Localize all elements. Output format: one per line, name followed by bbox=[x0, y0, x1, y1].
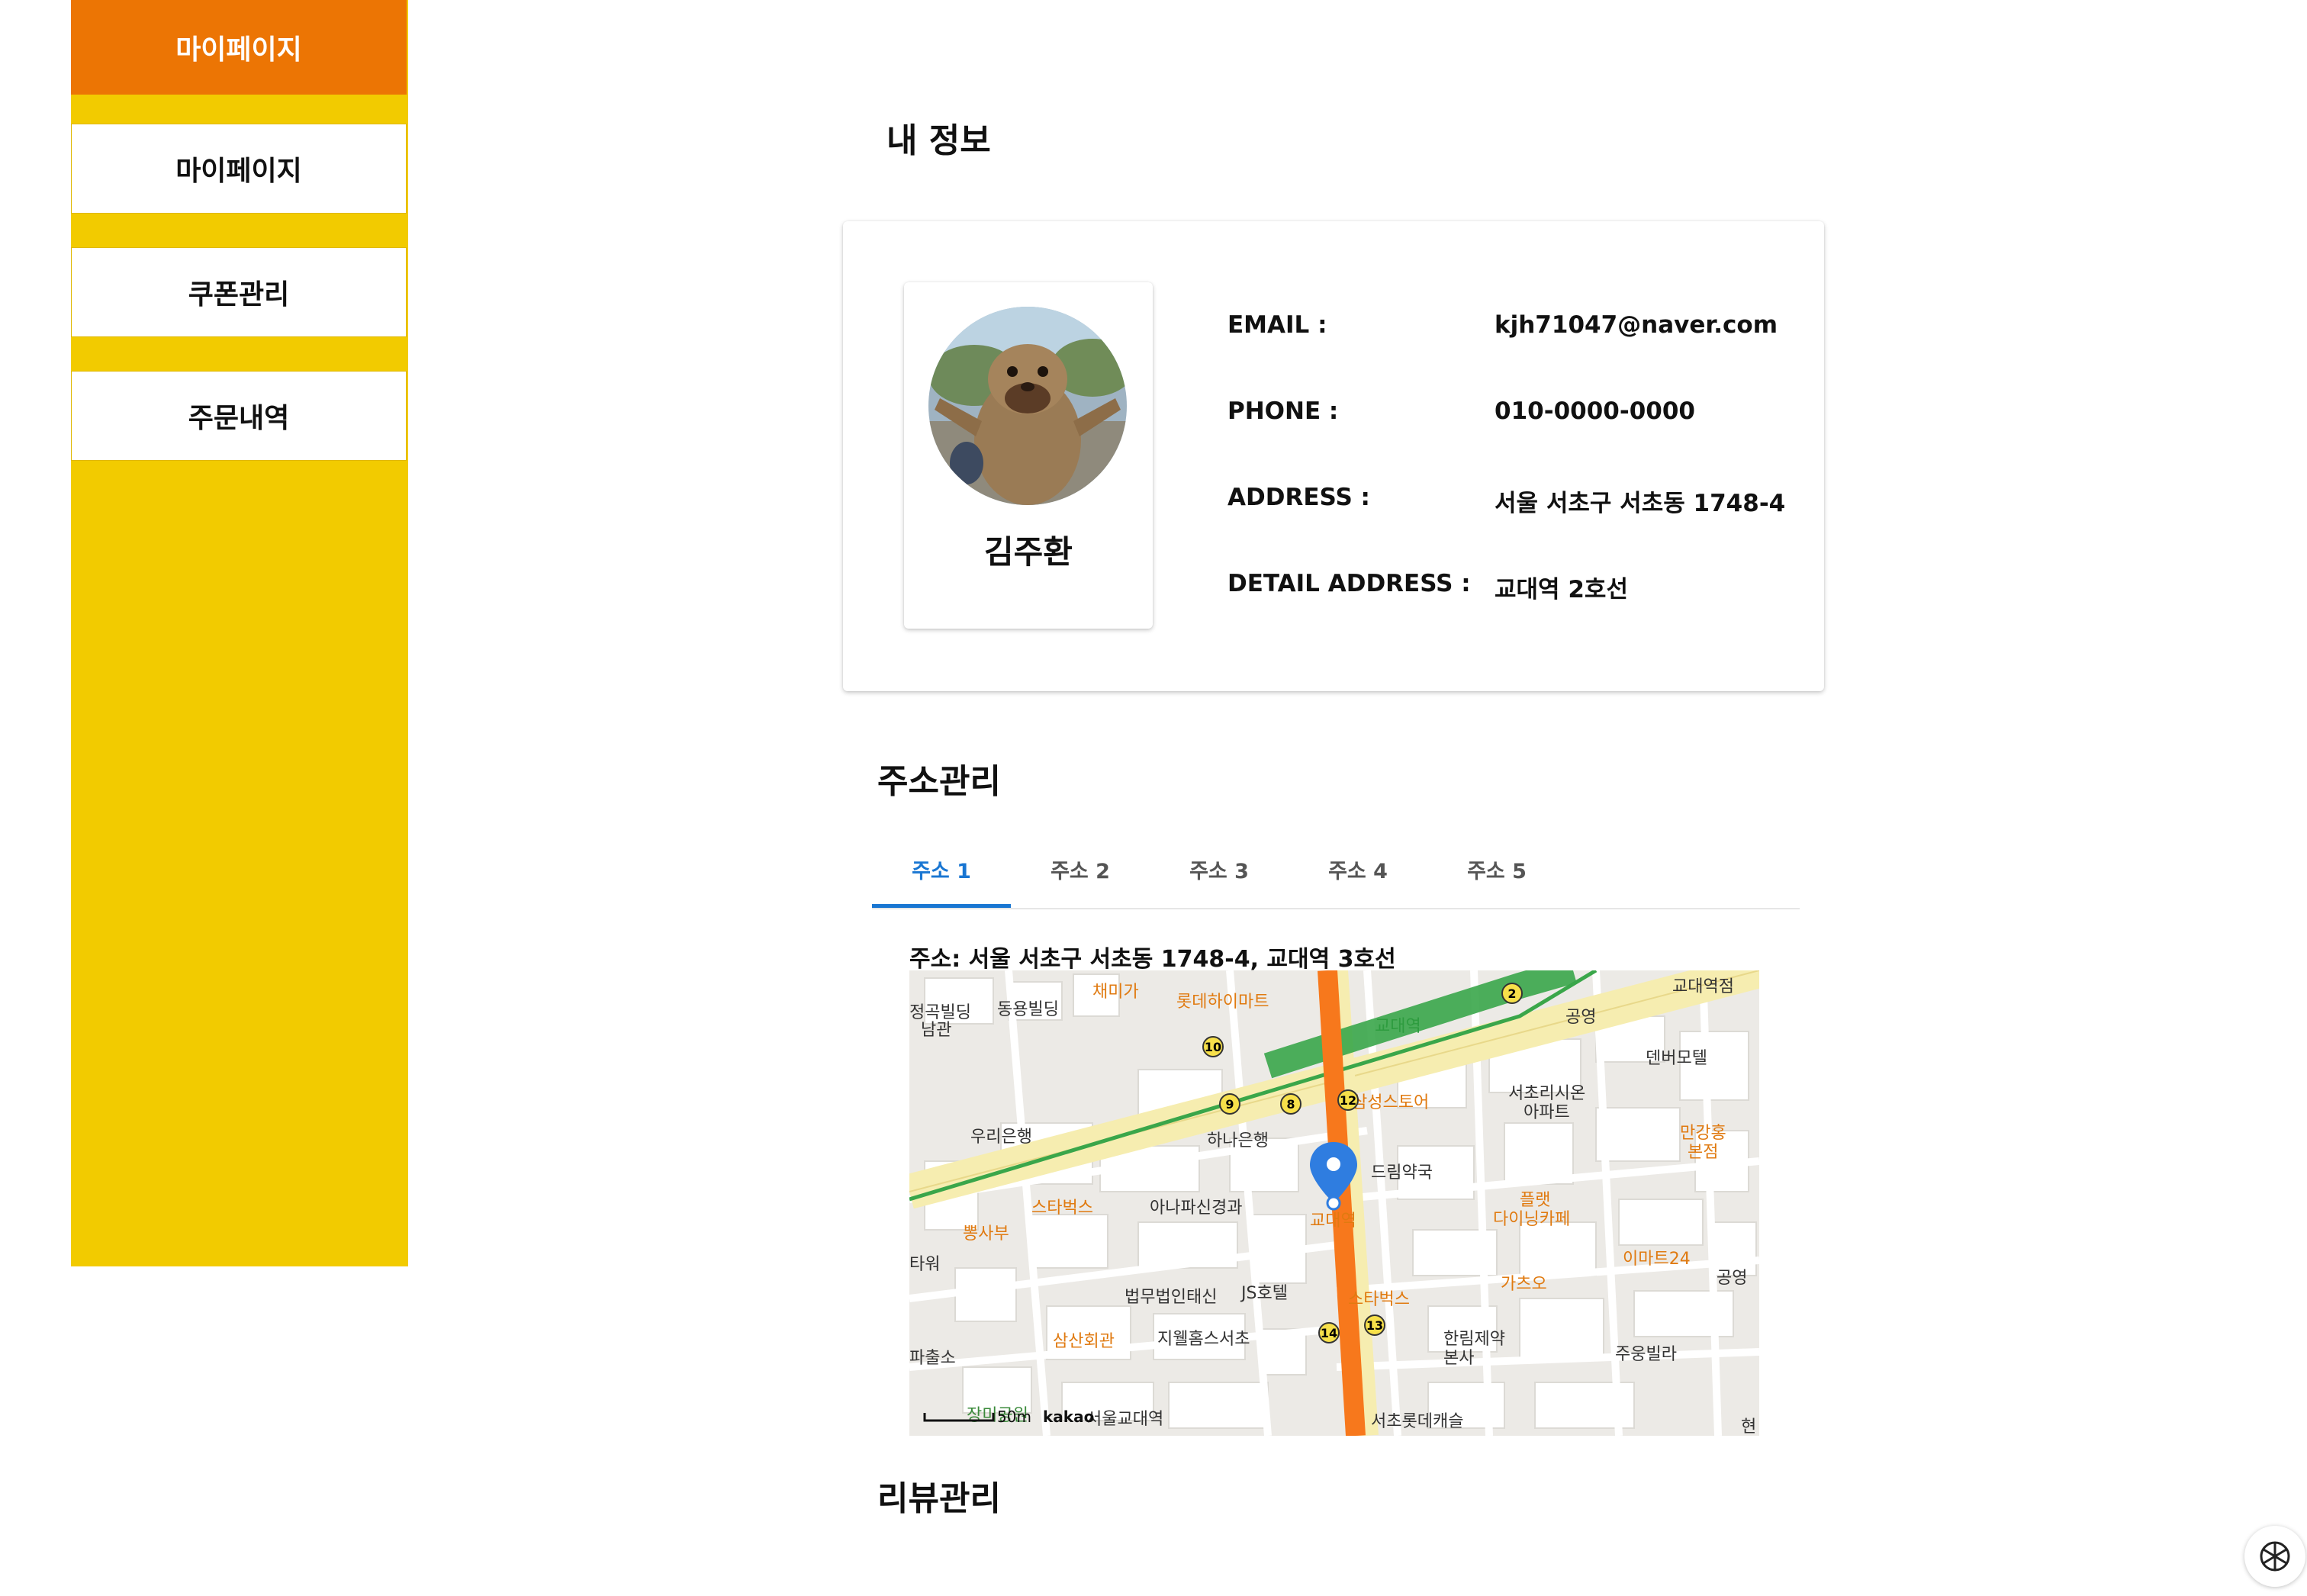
address-mgmt-heading: 주소관리 bbox=[877, 762, 1001, 801]
map-label: 플랫 bbox=[1520, 1191, 1550, 1210]
map-label: 교대역 bbox=[1375, 1017, 1421, 1036]
map-label: 삼산회관 bbox=[1053, 1332, 1115, 1351]
info-card: 김주환 EMAIL : kjh71047@naver.com PHONE : 0… bbox=[843, 221, 1824, 691]
map-label: 삼성스토어 bbox=[1352, 1093, 1429, 1112]
map-label: 덴버모텔 bbox=[1646, 1049, 1707, 1068]
map-label: 교대역점 bbox=[1672, 977, 1734, 996]
map-label: 정곡빌딩 bbox=[909, 1003, 971, 1022]
map-label: 남관 bbox=[921, 1021, 951, 1040]
svg-text:9: 9 bbox=[1225, 1097, 1234, 1112]
map-label: 파출소 bbox=[909, 1349, 956, 1368]
map-label: 만강홍 bbox=[1680, 1124, 1726, 1143]
map-label: 스타벅스 bbox=[1348, 1290, 1410, 1309]
map-label: 타워 bbox=[909, 1255, 940, 1274]
avatar bbox=[928, 307, 1127, 505]
map-label: 우리은행 bbox=[970, 1128, 1032, 1147]
map-label: 동용빌딩 bbox=[997, 1000, 1059, 1019]
map-label: 서초리시온 bbox=[1508, 1084, 1585, 1103]
tab-address-2[interactable]: 주소 2 bbox=[1011, 832, 1150, 906]
svg-text:2: 2 bbox=[1507, 986, 1516, 1001]
map-label: 주웅빌라 bbox=[1615, 1345, 1677, 1364]
map-label: 드림약국 bbox=[1371, 1163, 1433, 1183]
chat-assistant-button[interactable] bbox=[2244, 1526, 2305, 1587]
tab-address-5[interactable]: 주소 5 bbox=[1427, 832, 1566, 906]
my-info-heading: 내 정보 bbox=[886, 121, 991, 160]
tab-address-3[interactable]: 주소 3 bbox=[1150, 832, 1289, 906]
map-label: 채미가 bbox=[1092, 983, 1139, 1002]
address-value: 서울 서초구 서초동 1748-4 bbox=[1495, 490, 1786, 517]
map-label: 현 bbox=[1741, 1417, 1756, 1436]
map-label: 교대역 bbox=[1310, 1211, 1356, 1231]
map-label: 아나파신경과 bbox=[1150, 1199, 1242, 1218]
map-label: 한림제약 bbox=[1443, 1330, 1505, 1349]
map-label: 하나은행 bbox=[1207, 1131, 1269, 1150]
svg-text:8: 8 bbox=[1286, 1097, 1295, 1112]
email-label: EMAIL : bbox=[1228, 311, 1327, 339]
map-label: 스타벅스 bbox=[1031, 1199, 1093, 1218]
address-row: ADDRESS : 서울 서초구 서초동 1748-4 bbox=[1228, 484, 1792, 522]
sidebar-item-mypage-header[interactable]: 마이페이지 bbox=[71, 0, 407, 95]
map-label: 법무법인태신 bbox=[1125, 1288, 1217, 1307]
map-label: 서초롯데캐슬 bbox=[1371, 1412, 1463, 1431]
tab-address-4[interactable]: 주소 4 bbox=[1289, 832, 1427, 906]
tab-address-1[interactable]: 주소 1 bbox=[872, 832, 1011, 908]
profile-card: 김주환 bbox=[904, 282, 1153, 629]
email-row: EMAIL : kjh71047@naver.com bbox=[1228, 311, 1792, 349]
openai-icon bbox=[2260, 1541, 2290, 1572]
detail-address-row: DETAIL ADDRESS : 교대역 2호선 bbox=[1228, 570, 1792, 608]
sidebar-item-coupons[interactable]: 쿠폰관리 bbox=[71, 247, 407, 337]
address-label: ADDRESS : bbox=[1228, 484, 1370, 511]
phone-row: PHONE : 010-0000-0000 bbox=[1228, 397, 1792, 436]
review-mgmt-heading: 리뷰관리 bbox=[877, 1479, 1001, 1518]
address-tabs: 주소 1 주소 2 주소 3 주소 4 주소 5 bbox=[872, 832, 1800, 909]
map[interactable]: 채미가 롯데하이마트 동용빌딩 정곡빌딩 남관 교대역점 교대역 공영 덴버모텔… bbox=[909, 970, 1759, 1436]
map-label: 롯데하이마트 bbox=[1176, 993, 1269, 1012]
map-label: 뽕사부 bbox=[963, 1224, 1009, 1244]
map-label: 지웰홈스서초 bbox=[1157, 1330, 1250, 1349]
address-line: 주소: 서울 서초구 서초동 1748-4, 교대역 3호선 bbox=[909, 946, 1396, 973]
map-label: JS호텔 bbox=[1240, 1284, 1288, 1303]
map-label: 본사 bbox=[1443, 1349, 1474, 1368]
sidebar-item-mypage[interactable]: 마이페이지 bbox=[71, 124, 407, 214]
map-label: 본점 bbox=[1688, 1143, 1718, 1162]
map-provider-logo: kakao bbox=[1043, 1408, 1094, 1426]
svg-text:13: 13 bbox=[1366, 1318, 1383, 1333]
map-label: 이마트24 bbox=[1623, 1250, 1691, 1269]
svg-text:12: 12 bbox=[1340, 1093, 1356, 1108]
profile-name: 김주환 bbox=[984, 533, 1073, 571]
detail-address-value: 교대역 2호선 bbox=[1495, 576, 1628, 603]
map-label: 서울교대역 bbox=[1086, 1410, 1163, 1429]
map-label: 공영 bbox=[1565, 1008, 1596, 1027]
svg-text:10: 10 bbox=[1205, 1040, 1221, 1054]
detail-address-label: DETAIL ADDRESS : bbox=[1228, 570, 1471, 597]
phone-value: 010-0000-0000 bbox=[1495, 397, 1696, 425]
map-label: 공영 bbox=[1717, 1269, 1747, 1288]
sidebar-item-orders[interactable]: 주문내역 bbox=[71, 371, 407, 461]
sidebar: 마이페이지 마이페이지 쿠폰관리 주문내역 bbox=[71, 0, 408, 1266]
map-label: 아파트 bbox=[1524, 1103, 1570, 1122]
map-label: 다이닝카페 bbox=[1493, 1210, 1570, 1229]
map-label: 가츠오 bbox=[1501, 1275, 1547, 1294]
email-value: kjh71047@naver.com bbox=[1495, 311, 1778, 339]
map-scale: 50m bbox=[997, 1408, 1031, 1426]
svg-text:14: 14 bbox=[1321, 1326, 1337, 1340]
phone-label: PHONE : bbox=[1228, 397, 1339, 425]
